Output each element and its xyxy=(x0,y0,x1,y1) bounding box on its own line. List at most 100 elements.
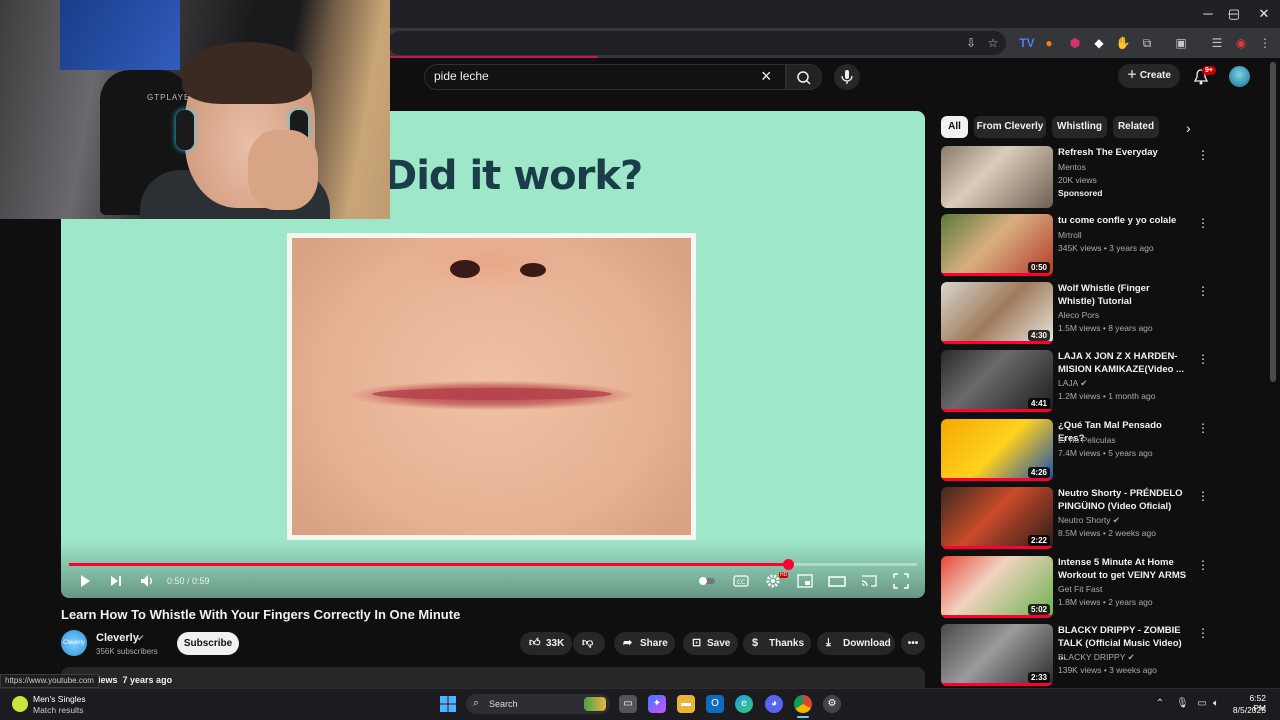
widget-icon[interactable] xyxy=(12,696,28,712)
recommendation-title[interactable]: Neutro Shorty - PRÉNDELO PINGÜINO (Video… xyxy=(1058,487,1188,513)
channel-name[interactable]: Cleverly xyxy=(96,632,139,644)
scrubber-handle[interactable] xyxy=(782,559,794,570)
volume-button[interactable] xyxy=(138,572,156,590)
scrollbar[interactable] xyxy=(1270,62,1276,682)
extension-fox-icon[interactable]: ● xyxy=(1040,34,1058,52)
create-button[interactable]: ＋ Create xyxy=(1118,64,1180,88)
more-vertical-icon[interactable]: ⋮ xyxy=(1197,421,1209,435)
steam-icon[interactable]: ⚙ xyxy=(823,695,841,713)
scrollbar-thumb[interactable] xyxy=(1270,62,1276,382)
play-button[interactable] xyxy=(76,572,94,590)
download-button[interactable]: ⤓ Download xyxy=(817,632,895,655)
discord-icon[interactable]: ◕ xyxy=(765,695,783,713)
autoplay-toggle[interactable] xyxy=(698,572,716,590)
recommendation-channel[interactable]: Mentos xyxy=(1058,162,1086,172)
more-vertical-icon[interactable]: ⋮ xyxy=(1197,216,1209,230)
recommendation-thumbnail[interactable]: 4:26 xyxy=(941,419,1053,481)
extension-adblock-icon[interactable]: ⬢ xyxy=(1066,34,1084,52)
recommendation-channel[interactable]: BLACKY DRIPPY ✔ xyxy=(1058,652,1135,663)
miniplayer-button[interactable] xyxy=(796,572,814,590)
chrome-menu-icon[interactable]: ⋮ xyxy=(1256,34,1274,52)
minimize-button[interactable]: ─ xyxy=(1200,6,1216,22)
more-vertical-icon[interactable]: ⋮ xyxy=(1197,626,1209,640)
copilot-icon[interactable]: ✦ xyxy=(648,695,666,713)
recommendation-thumbnail[interactable]: 0:50 xyxy=(941,214,1053,276)
save-button[interactable]: ⊡ Save xyxy=(683,632,738,655)
recommendation-channel[interactable]: LAJA ✔ xyxy=(1058,378,1087,389)
subscribe-button[interactable]: Subscribe xyxy=(177,632,239,655)
speaker-icon[interactable]: 🔈︎ xyxy=(1210,698,1222,710)
chip-related[interactable]: Related xyxy=(1113,116,1159,138)
share-button[interactable]: ➦ Share xyxy=(614,632,675,655)
install-app-icon[interactable]: ⇩ xyxy=(962,34,980,52)
reading-list-icon[interactable]: ☰ xyxy=(1208,34,1226,52)
extension-tag-icon[interactable]: ◆ xyxy=(1090,34,1108,52)
recommendation-title[interactable]: tu come confle y yo colale xyxy=(1058,214,1188,227)
task-view-icon[interactable]: ▭ xyxy=(619,695,637,713)
more-vertical-icon[interactable]: ⋮ xyxy=(1197,489,1209,503)
more-vertical-icon[interactable]: ⋮ xyxy=(1197,284,1209,298)
chevron-up-icon[interactable]: ⌃ xyxy=(1154,698,1166,710)
recommendation-thumbnail[interactable] xyxy=(941,146,1053,208)
network-icon[interactable]: ▭ xyxy=(1196,698,1208,710)
clear-search-icon[interactable]: × xyxy=(761,67,772,85)
recommendation-item[interactable]: 4:41 LAJA X JON Z X HARDEN- MISION KAMIKA… xyxy=(941,350,1221,414)
recommendation-item[interactable]: 0:50 tu come confle y yo colale Mrtroll 345… xyxy=(941,214,1221,278)
voice-search-button[interactable] xyxy=(834,64,860,90)
more-vertical-icon[interactable]: ⋮ xyxy=(1197,148,1209,162)
recommendation-title[interactable]: Intense 5 Minute At Home Workout to get … xyxy=(1058,556,1188,582)
recommendation-thumbnail[interactable]: 4:30 xyxy=(941,282,1053,344)
recommendation-channel[interactable]: Aleco Pors xyxy=(1058,310,1099,320)
extension-hand-icon[interactable]: ✋ xyxy=(1114,34,1132,52)
channel-avatar[interactable]: Cleverly xyxy=(61,630,87,656)
cast-button[interactable] xyxy=(860,572,878,590)
chip-whistling[interactable]: Whistling xyxy=(1052,116,1107,138)
edge-icon[interactable]: e xyxy=(735,695,753,713)
extensions-puzzle-icon[interactable]: ⧉ xyxy=(1138,34,1156,52)
recommendation-item[interactable]: Refresh The Everyday Mentos 20K views Spons… xyxy=(941,146,1221,210)
close-button[interactable]: ✕ xyxy=(1256,6,1272,22)
extension-tv-icon[interactable]: TV xyxy=(1018,34,1036,52)
more-vertical-icon[interactable]: ⋮ xyxy=(1197,558,1209,572)
recommendation-item[interactable]: 5:02 Intense 5 Minute At Home Workout to … xyxy=(941,556,1221,620)
captions-button[interactable]: CC xyxy=(732,572,750,590)
recommendation-item[interactable]: 2:22 Neutro Shorty - PRÉNDELO PINGÜINO (V… xyxy=(941,487,1221,551)
windows-start-icon[interactable] xyxy=(440,696,456,712)
recommendation-item[interactable]: 4:26 ¿Qué Tan Mal Pensado Eres? El Tio Pel… xyxy=(941,419,1221,483)
chrome-icon[interactable] xyxy=(794,695,812,713)
search-button[interactable] xyxy=(786,64,822,90)
outlook-icon[interactable]: O xyxy=(706,695,724,713)
dislike-button[interactable]: 👎︎ xyxy=(573,632,605,655)
clock-date[interactable]: 8/5/2025 xyxy=(1226,705,1266,715)
progress-bar[interactable] xyxy=(69,559,917,570)
recommendation-thumbnail[interactable]: 4:41 xyxy=(941,350,1053,412)
recommendation-channel[interactable]: Mrtroll xyxy=(1058,230,1082,240)
bookmark-star-icon[interactable]: ☆ xyxy=(984,34,1002,52)
recommendation-thumbnail[interactable]: 5:02 xyxy=(941,556,1053,618)
account-avatar[interactable] xyxy=(1229,66,1250,87)
recommendation-channel[interactable]: El Tio Peliculas xyxy=(1058,435,1116,445)
recommendation-thumbnail[interactable]: 2:33 xyxy=(941,624,1053,686)
like-button[interactable]: 👍︎ 33K xyxy=(520,632,572,655)
chip-all[interactable]: All xyxy=(941,116,968,138)
recommendation-channel[interactable]: Neutro Shorty ✔ xyxy=(1058,515,1120,526)
fullscreen-button[interactable] xyxy=(892,572,910,590)
thanks-button[interactable]: $ Thanks xyxy=(743,632,811,655)
file-explorer-icon[interactable]: ▬ xyxy=(677,695,695,713)
recommendation-title[interactable]: Wolf Whistle (Finger Whistle) Tutorial xyxy=(1058,282,1188,308)
next-button[interactable] xyxy=(107,572,125,590)
recommendation-item[interactable]: 2:33 BLACKY DRIPPY - ZOMBIE TALK (Officia… xyxy=(941,624,1221,688)
theater-mode-button[interactable] xyxy=(828,572,846,590)
chevron-right-icon[interactable]: › xyxy=(1186,120,1191,136)
more-actions-button[interactable]: ••• xyxy=(901,632,925,655)
sidepanel-icon[interactable]: ▣ xyxy=(1172,34,1190,52)
recommendation-title[interactable]: Refresh The Everyday xyxy=(1058,146,1188,159)
profile-icon[interactable]: ◉ xyxy=(1232,34,1250,52)
widget-title[interactable]: Men's Singles xyxy=(33,694,86,704)
recommendation-thumbnail[interactable]: 2:22 xyxy=(941,487,1053,549)
microphone-tray-icon[interactable]: 🎙︎ xyxy=(1176,698,1189,710)
maximize-button[interactable]: ▢ xyxy=(1226,6,1242,22)
more-vertical-icon[interactable]: ⋮ xyxy=(1197,352,1209,366)
address-bar[interactable] xyxy=(388,31,1006,55)
chip-from-cleverly[interactable]: From Cleverly xyxy=(974,116,1046,138)
